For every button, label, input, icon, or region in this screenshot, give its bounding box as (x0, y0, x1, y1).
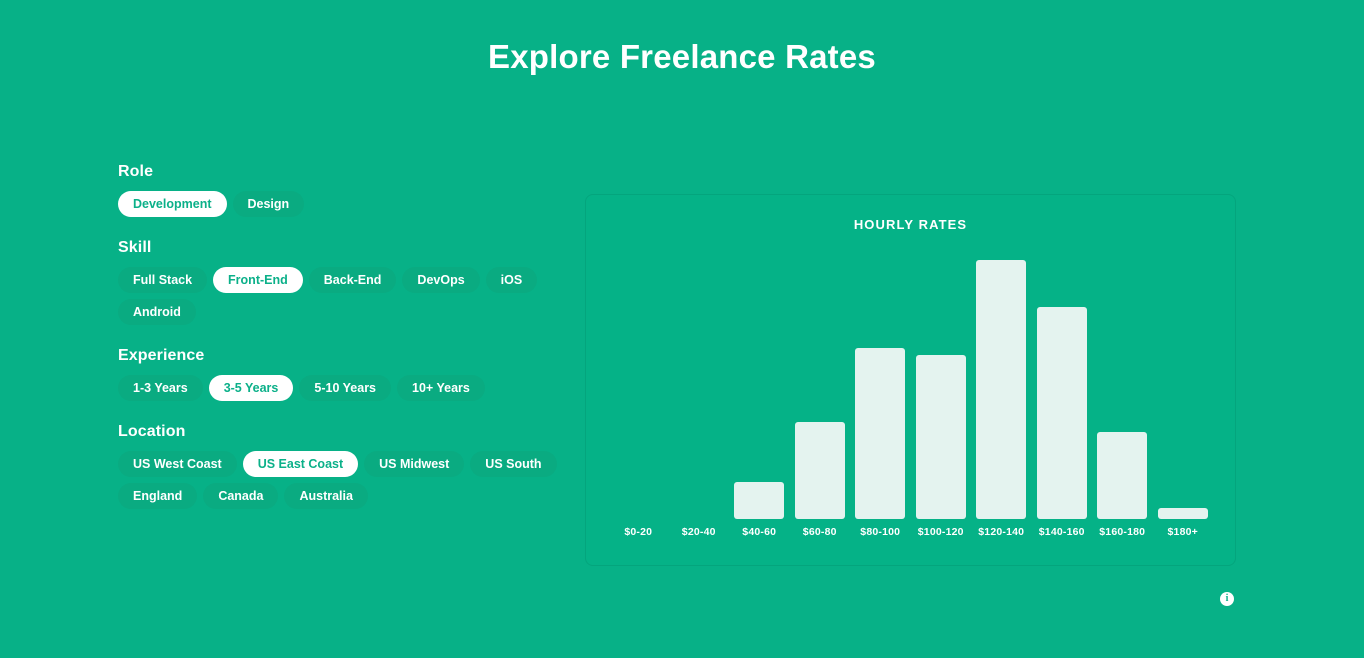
filter-option-ios[interactable]: iOS (485, 267, 538, 293)
filter-option-development[interactable]: Development (118, 191, 227, 217)
bar-label: $160-180 (1099, 526, 1146, 538)
bar-label: $60-80 (802, 526, 837, 538)
filter-option-5-10-years[interactable]: 5-10 Years (299, 375, 392, 401)
chart-title: HOURLY RATES (853, 217, 968, 232)
filter-group-skill: Skill Full Stack Front-End Back-End DevOps iO… (118, 239, 578, 325)
bar-label: $80-100 (860, 526, 901, 538)
filter-label: Location (118, 423, 186, 440)
filter-option-us-east-coast[interactable]: US East Coast (242, 451, 359, 477)
chart-bar[interactable] (1097, 432, 1148, 519)
filters-panel: Role Development Design Skill Full Stack Fron… (118, 163, 578, 509)
filter-label: Role (118, 163, 154, 180)
filter-option-front-end[interactable]: Front-End (213, 267, 303, 293)
bar-label: $40-60 (742, 526, 777, 538)
filter-option-design[interactable]: Design (232, 191, 305, 217)
filter-options: 1-3 Years 3-5 Years 5-10 Years 10+ Years (118, 375, 578, 401)
chart-bar[interactable] (794, 421, 845, 519)
chart-bar[interactable] (1036, 307, 1087, 519)
info-icon[interactable]: i (1220, 592, 1234, 606)
filter-label: Skill (118, 239, 152, 256)
filter-option-android[interactable]: Android (118, 299, 196, 325)
bar-slot (790, 255, 851, 519)
bar-label: $0-20 (624, 526, 653, 538)
filter-group-location: Location US West Coast US East Coast US Mid… (118, 423, 578, 509)
bar-label: $140-160 (1038, 526, 1085, 538)
freelance-rates-page: Explore Freelance Rates Role Development D… (0, 0, 1364, 658)
filter-options: Development Design (118, 191, 578, 217)
filter-option-1-3-years[interactable]: 1-3 Years (118, 375, 203, 401)
filter-option-full-stack[interactable]: Full Stack (118, 267, 208, 293)
chart-bar[interactable] (855, 348, 906, 519)
filter-option-canada[interactable]: Canada (203, 483, 279, 509)
bar-slot (1032, 255, 1093, 519)
filter-options: Full Stack Front-End Back-End DevOps iOS Andr… (118, 267, 578, 325)
filter-options: US West Coast US East Coast US Midwest US S… (118, 451, 578, 509)
filter-group-experience: Experience 1-3 Years 3-5 Years 5-10 Years 10… (118, 347, 578, 401)
chart-bar[interactable] (915, 355, 966, 519)
filter-option-10-years[interactable]: 10+ Years (397, 375, 485, 401)
chart-x-axis-labels: $0-20 $20-40 $40-60 $60-80 $80-100 $100-120 $1… (608, 519, 1213, 545)
filter-option-back-end[interactable]: Back-End (308, 267, 397, 293)
bar-label: $120-140 (978, 526, 1025, 538)
bar-slot (1153, 255, 1214, 519)
bar-slot (729, 255, 790, 519)
bar-label: $20-40 (681, 526, 716, 538)
chart-body: $0-20 $20-40 $40-60 $60-80 $80-100 $100-120 $1… (608, 255, 1213, 551)
chart-bars (608, 255, 1213, 519)
filter-group-role: Role Development Design (118, 163, 578, 217)
filter-option-3-5-years[interactable]: 3-5 Years (208, 375, 294, 401)
bar-slot (850, 255, 911, 519)
chart-bar[interactable] (734, 482, 785, 519)
filter-option-england[interactable]: England (118, 483, 198, 509)
filter-option-australia[interactable]: Australia (284, 483, 368, 509)
filter-label: Experience (118, 347, 205, 364)
filter-option-us-south[interactable]: US South (470, 451, 557, 477)
chart-bar[interactable] (976, 260, 1027, 519)
bar-slot (971, 255, 1032, 519)
filter-option-us-west-coast[interactable]: US West Coast (118, 451, 237, 477)
bar-label: $100-120 (917, 526, 964, 538)
filter-option-us-midwest[interactable]: US Midwest (364, 451, 465, 477)
bar-slot (1092, 255, 1153, 519)
bar-label: $180+ (1167, 526, 1198, 538)
bar-slot (911, 255, 972, 519)
bar-slot (608, 255, 669, 519)
page-title: Explore Freelance Rates (488, 38, 876, 75)
bar-slot (669, 255, 730, 519)
chart-bar[interactable] (1157, 507, 1208, 519)
hourly-rates-chart-panel: HOURLY RATES $0-20 $20-40 $40-60 $60-80 $80-… (585, 194, 1236, 566)
filter-option-devops[interactable]: DevOps (402, 267, 480, 293)
